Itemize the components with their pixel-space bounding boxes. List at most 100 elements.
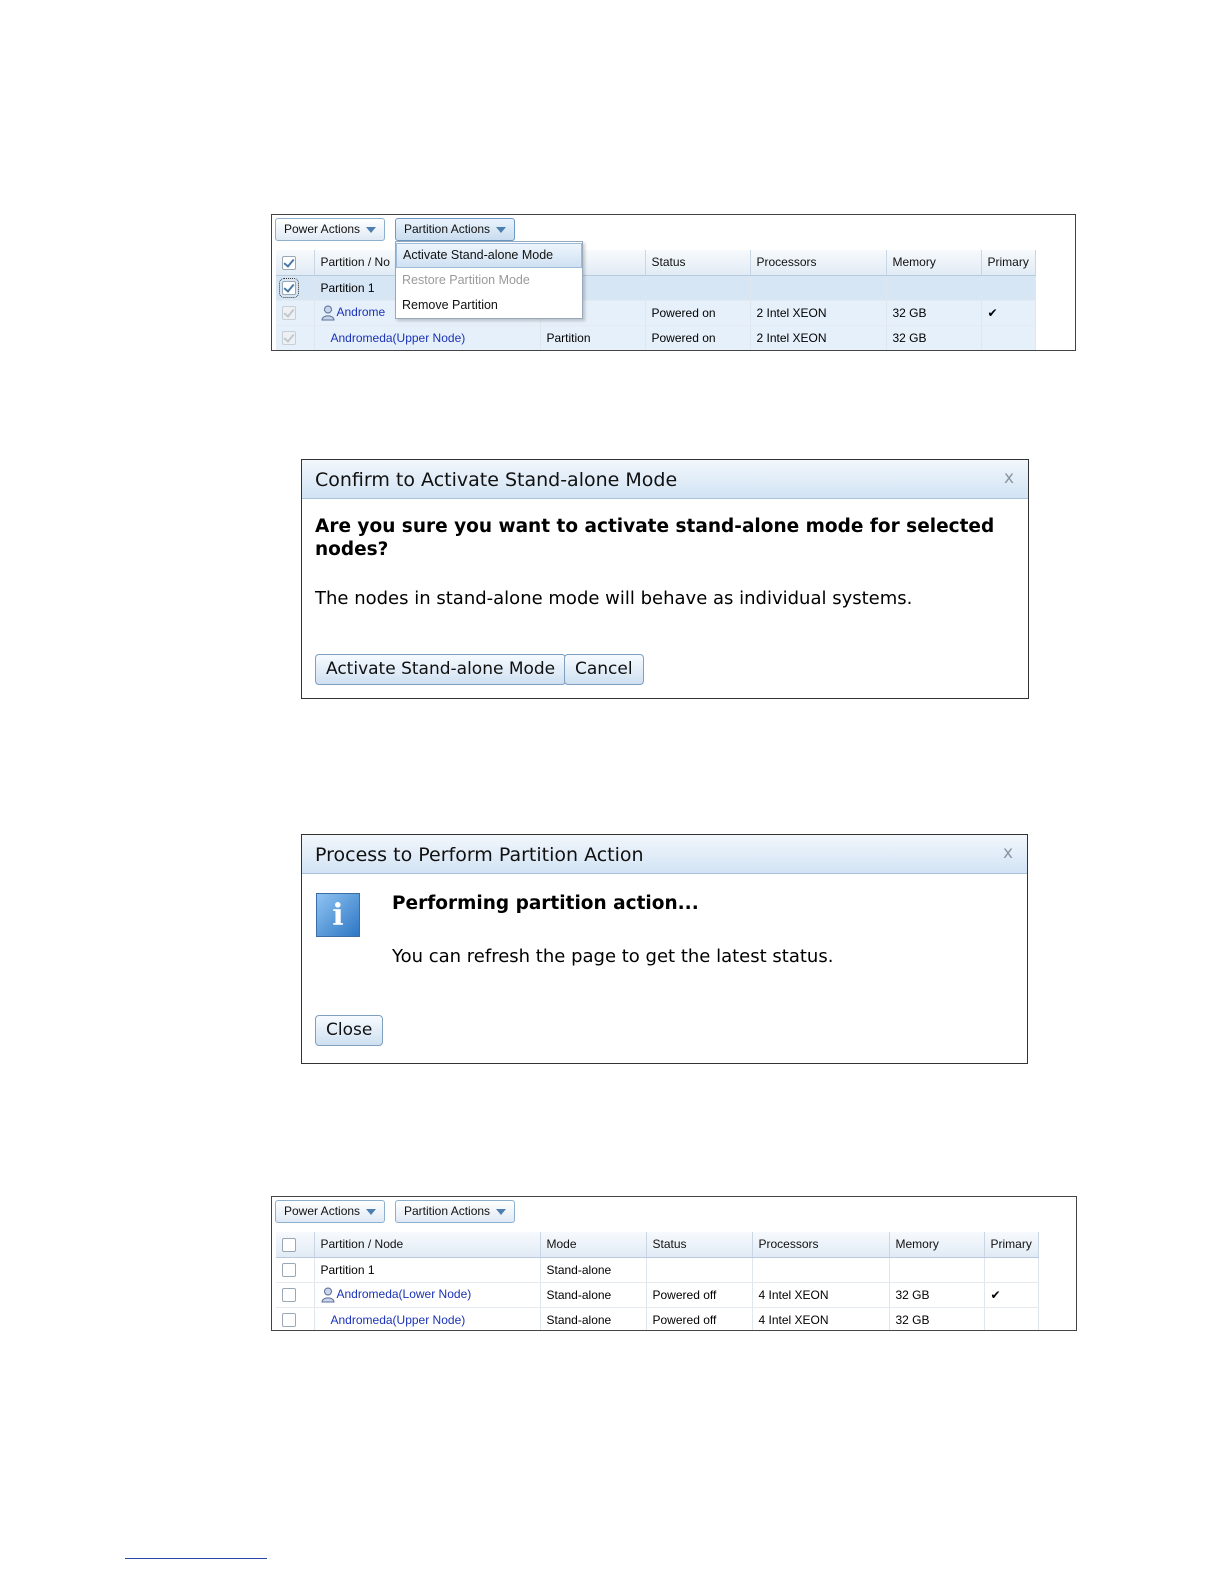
menu-item-restore-partition: Restore Partition Mode: [402, 273, 530, 287]
activate-stand-alone-button[interactable]: Activate Stand-alone Mode: [315, 654, 567, 685]
status-cell: Powered on: [645, 325, 751, 350]
close-icon[interactable]: x: [1004, 468, 1014, 488]
column-header-processors[interactable]: Processors: [752, 1232, 890, 1258]
table-row[interactable]: Andromeda(Lower Node) Stand-alone Powere…: [276, 1282, 1039, 1308]
mode-cell: Partition: [540, 325, 646, 350]
power-actions-button[interactable]: Power Actions: [275, 1200, 386, 1223]
table-header-row: Partition / No Status Processors Memory …: [276, 250, 1036, 276]
dialog-heading: Performing partition action...: [392, 893, 699, 914]
memory-cell: 32 GB: [886, 300, 982, 326]
status-cell: Powered off: [646, 1307, 753, 1330]
partition-actions-menu: Activate Stand-alone Mode Restore Partit…: [395, 241, 583, 319]
mode-cell: Stand-alone: [540, 1257, 647, 1283]
partition-actions-label: Partition Actions: [404, 222, 491, 236]
table-row[interactable]: Andromeda(Upper Node) Partition Powered …: [276, 325, 1036, 350]
process-dialog: Process to Perform Partition Action x i …: [301, 834, 1028, 1064]
memory-cell: [889, 1257, 985, 1283]
column-header-processors[interactable]: Processors: [750, 250, 887, 276]
status-cell: Powered off: [646, 1282, 753, 1308]
primary-cell: [984, 1257, 1039, 1283]
row-checkbox[interactable]: [282, 1312, 296, 1327]
primary-check-icon: ✔: [984, 1282, 1039, 1308]
chevron-down-icon: [366, 1208, 377, 1215]
row-select-cell: [276, 1282, 315, 1308]
row-checkbox: [282, 305, 296, 320]
processors-cell: 2 Intel XEON: [750, 300, 887, 326]
node-link[interactable]: Andromeda(Upper Node): [331, 331, 466, 345]
menu-item-remove-partition[interactable]: Remove Partition: [396, 293, 582, 318]
row-checkbox[interactable]: [282, 1262, 296, 1277]
dialog-title: Process to Perform Partition Action: [302, 835, 1027, 874]
user-node-icon: [320, 1287, 335, 1302]
dialog-title: Confirm to Activate Stand-alone Mode: [302, 460, 1028, 499]
partition-table: Partition / Node Mode Status Processors …: [276, 1232, 1039, 1330]
partition-table: Partition / No Status Processors Memory …: [276, 250, 1036, 350]
memory-cell: [886, 275, 982, 301]
column-header-primary[interactable]: Primary: [984, 1232, 1039, 1258]
node-name-cell: Andromeda(Upper Node): [314, 1307, 541, 1330]
column-header-primary[interactable]: Primary: [981, 250, 1036, 276]
memory-cell: 32 GB: [889, 1307, 985, 1330]
close-button[interactable]: Close: [315, 1015, 384, 1046]
mode-cell: Stand-alone: [540, 1307, 647, 1330]
power-actions-button[interactable]: Power Actions: [275, 218, 386, 241]
mode-cell: Stand-alone: [540, 1282, 647, 1308]
column-header-status[interactable]: Status: [645, 250, 751, 276]
select-all-cell: [276, 250, 315, 276]
row-select-cell: [276, 275, 315, 301]
select-all-checkbox[interactable]: [282, 255, 296, 270]
primary-check-icon: ✔: [981, 300, 1036, 326]
row-select-cell: [276, 300, 315, 326]
dialog-message: You can refresh the page to get the late…: [392, 946, 834, 967]
footnote-divider: [125, 1558, 267, 1559]
select-all-checkbox[interactable]: [282, 1237, 296, 1252]
node-link[interactable]: Andromeda(Upper Node): [331, 1313, 466, 1327]
row-select-cell: [276, 1307, 315, 1330]
memory-cell: 32 GB: [886, 325, 982, 350]
processors-cell: 4 Intel XEON: [752, 1307, 890, 1330]
table-row[interactable]: Partition 1 n: [276, 275, 1036, 301]
primary-cell: [981, 325, 1036, 350]
table-row[interactable]: Androme n Powered on 2 Intel XEON 32 GB …: [276, 300, 1036, 326]
primary-cell: [984, 1307, 1039, 1330]
power-actions-label: Power Actions: [284, 222, 361, 236]
node-name-cell: Andromeda(Lower Node): [314, 1282, 541, 1308]
chevron-down-icon: [366, 226, 377, 233]
processors-cell: 4 Intel XEON: [752, 1282, 890, 1308]
row-checkbox: [282, 330, 296, 345]
processors-cell: [752, 1257, 890, 1283]
row-select-cell: [276, 325, 315, 350]
column-header-memory[interactable]: Memory: [889, 1232, 985, 1258]
partition-actions-label: Partition Actions: [404, 1204, 491, 1218]
row-checkbox[interactable]: [279, 277, 299, 298]
processors-cell: [750, 275, 887, 301]
memory-cell: 32 GB: [889, 1282, 985, 1308]
node-link[interactable]: Androme: [337, 305, 386, 319]
chevron-down-icon: [496, 1208, 507, 1215]
table-header-row: Partition / Node Mode Status Processors …: [276, 1232, 1039, 1258]
column-header-mode[interactable]: Mode: [540, 1232, 647, 1258]
table-toolbar: Power Actions Partition Actions: [272, 215, 1075, 245]
node-link[interactable]: Andromeda(Lower Node): [337, 1287, 472, 1301]
node-name-cell: Andromeda(Upper Node): [314, 325, 541, 350]
select-all-cell: [276, 1232, 315, 1258]
row-select-cell: [276, 1257, 315, 1283]
confirm-dialog: Confirm to Activate Stand-alone Mode x A…: [301, 459, 1029, 699]
table-row[interactable]: Andromeda(Upper Node) Stand-alone Powere…: [276, 1307, 1039, 1330]
user-node-icon: [320, 305, 335, 320]
chevron-down-icon: [496, 226, 507, 233]
column-header-partition-node[interactable]: Partition / Node: [314, 1232, 541, 1258]
partition-actions-button[interactable]: Partition Actions: [395, 218, 516, 241]
cancel-button[interactable]: Cancel: [564, 654, 644, 685]
close-icon[interactable]: x: [1003, 843, 1013, 863]
column-header-status[interactable]: Status: [646, 1232, 753, 1258]
row-checkbox[interactable]: [282, 1287, 296, 1302]
info-icon: i: [316, 893, 360, 937]
table-row[interactable]: Partition 1 Stand-alone: [276, 1257, 1039, 1283]
column-header-memory[interactable]: Memory: [886, 250, 982, 276]
status-cell: Powered on: [645, 300, 751, 326]
status-cell: [645, 275, 751, 301]
partition-table-panel-after: Power Actions Partition Actions Partitio…: [271, 1196, 1077, 1331]
partition-actions-button[interactable]: Partition Actions: [395, 1200, 516, 1223]
menu-item-activate-stand-alone[interactable]: Activate Stand-alone Mode: [396, 243, 582, 268]
